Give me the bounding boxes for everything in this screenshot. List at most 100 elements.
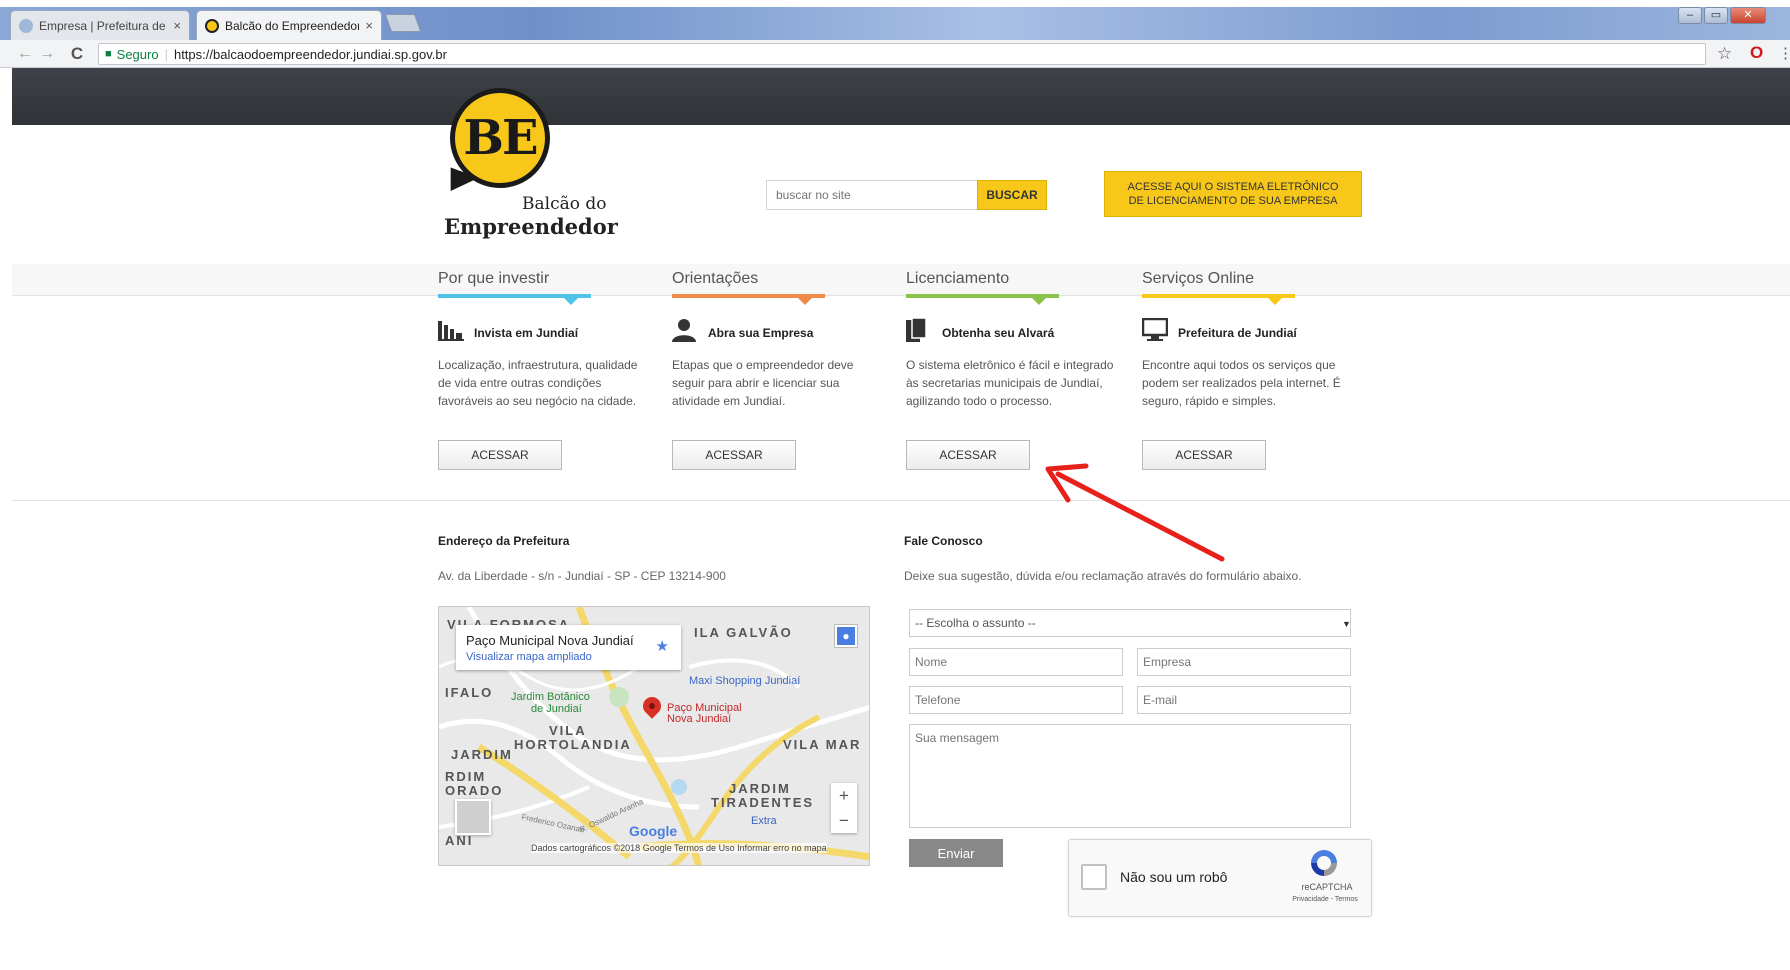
column-accent-bar (672, 294, 825, 305)
satellite-toggle[interactable] (455, 799, 491, 835)
email-input[interactable] (1137, 686, 1351, 714)
section-divider (12, 500, 1790, 501)
street-view-icon[interactable]: ● (834, 624, 858, 648)
column-subtitle[interactable]: Obtenha seu Alvará (942, 326, 1054, 340)
name-input[interactable] (909, 648, 1123, 676)
message-textarea[interactable] (909, 724, 1351, 828)
save-star-icon[interactable]: ★ (656, 637, 669, 655)
page-icon (19, 18, 33, 33)
google-logo: Google (629, 823, 678, 839)
map-label: ANI (445, 833, 474, 848)
column-title: Serviços Online (1142, 270, 1255, 287)
map-poi[interactable]: Maxi Shopping Jundiaí (689, 675, 800, 687)
acessar-button-investir[interactable]: ACESSAR (438, 440, 562, 470)
column-subtitle[interactable]: Abra sua Empresa (708, 326, 813, 340)
close-icon[interactable]: × (173, 18, 181, 33)
tab-empresa[interactable]: Empresa | Prefeitura de J × (10, 10, 190, 40)
contact-text: Deixe sua sugestão, dúvida e/ou reclamaç… (904, 569, 1302, 583)
phone-input[interactable] (909, 686, 1123, 714)
browser-toolbar: ← → C ■ Seguro | https://balcaodoempreen… (0, 40, 1790, 68)
recaptcha-logo-icon (1311, 850, 1337, 876)
page: BE Balcão do Empreendedor BUSCAR ACESSE … (12, 68, 1790, 970)
zoom-out-button[interactable]: − (831, 808, 857, 833)
logo-line1: Balcão do (522, 194, 607, 214)
licensing-system-button[interactable]: ACESSE AQUI O SISTEMA ELETRÔNICO DE LICE… (1104, 171, 1362, 217)
section-band (12, 264, 1790, 296)
logo-initials: BE (463, 110, 538, 166)
browser-chrome: Empresa | Prefeitura de J × Balcão do Em… (0, 0, 1790, 68)
forward-button[interactable]: → (36, 45, 58, 63)
map-poi[interactable]: Extra (751, 815, 777, 827)
minimize-button[interactable]: ‒ (1678, 7, 1702, 24)
column-servicos-online: Serviços Online Prefeitura de Jundiaí En… (1141, 270, 1352, 470)
column-description: Etapas que o empreendedor deve seguir pa… (672, 358, 854, 408)
url-text: https://balcaodoempreendedor.jundiai.sp.… (173, 46, 447, 62)
column-subtitle[interactable]: Prefeitura de Jundiaí (1178, 326, 1297, 340)
submit-button[interactable]: Enviar (909, 839, 1003, 867)
menu-dots-icon[interactable]: ⋮ (1778, 44, 1790, 62)
column-accent-bar (1142, 294, 1295, 305)
maximize-button[interactable]: ▭ (1704, 7, 1728, 24)
be-favicon-icon (205, 18, 219, 33)
column-description: Localização, infraestrutura, qualidade d… (438, 358, 638, 408)
address-separator: | (164, 46, 168, 62)
tab-label: Empresa | Prefeitura de J (39, 18, 168, 33)
tab-strip: Empresa | Prefeitura de J × Balcão do Em… (0, 0, 1790, 40)
embedded-map[interactable]: VILA FORMOSA ILA GALVÃO IFALO VILA HORTO… (438, 606, 870, 866)
map-label: JARDIM (729, 781, 791, 796)
search-button[interactable]: BUSCAR (977, 180, 1047, 210)
bookmark-star-icon[interactable]: ☆ (1717, 44, 1732, 64)
search-input[interactable] (766, 180, 980, 210)
lock-icon: ■ (105, 48, 112, 60)
map-label: JARDIM (451, 747, 513, 762)
map-card-title: Paço Municipal Nova Jundiaí (466, 633, 634, 648)
recaptcha-brand: reCAPTCHA (1301, 882, 1353, 892)
column-accent-bar (906, 294, 1059, 305)
recaptcha-links[interactable]: Privacidade - Termos (1283, 896, 1367, 903)
map-poi[interactable]: Jardim Botânico (511, 691, 590, 703)
new-tab-button[interactable] (384, 14, 422, 32)
subject-select[interactable]: -- Escolha o assunto -- (909, 609, 1351, 637)
address-text: Av. da Liberdade - s/n - Jundiaí - SP - … (438, 569, 726, 583)
zoom-in-button[interactable]: + (831, 783, 857, 808)
map-label: ORADO (445, 783, 504, 798)
column-subtitle[interactable]: Invista em Jundiaí (474, 326, 578, 340)
address-bar[interactable]: ■ Seguro | https://balcaodoempreendedor.… (98, 43, 1706, 65)
map-footer: Dados cartográficos ©2018 Google Termos … (531, 843, 827, 853)
reload-button[interactable]: C (66, 44, 88, 64)
map-label: VILA (549, 723, 587, 738)
map-label: IFALO (445, 685, 494, 700)
acessar-button-servicos[interactable]: ACESSAR (1142, 440, 1266, 470)
column-description: Encontre aqui todos os serviços que pode… (1142, 358, 1341, 408)
map-enlarge-link[interactable]: Visualizar mapa ampliado (466, 651, 671, 663)
map-label: VILA MAR (783, 737, 862, 752)
contact-title: Fale Conosco (904, 534, 983, 548)
column-licenciamento: Licenciamento Obtenha seu Alvará O siste… (906, 270, 1116, 470)
monitor-icon (1141, 317, 1170, 348)
map-label: TIRADENTES (711, 795, 815, 810)
site-logo[interactable]: BE Balcão do Empreendedor (440, 88, 620, 239)
acessar-button-licenciamento[interactable]: ACESSAR (906, 440, 1030, 470)
column-title: Orientações (672, 270, 759, 287)
close-window-button[interactable]: ✕ (1730, 7, 1766, 24)
column-title: Licenciamento (906, 270, 1010, 287)
acessar-button-orientacoes[interactable]: ACESSAR (672, 440, 796, 470)
opera-icon[interactable]: O (1750, 43, 1763, 63)
column-orientacoes: Orientações Abra sua Empresa Etapas que … (672, 270, 882, 470)
recaptcha-checkbox[interactable] (1081, 864, 1107, 890)
user-icon (672, 318, 700, 348)
recaptcha-widget: Não sou um robô reCAPTCHA Privacidade - … (1068, 839, 1372, 917)
tab-balcao[interactable]: Balcão do Empreendedor × (196, 10, 382, 40)
company-input[interactable] (1137, 648, 1351, 676)
column-por-que-investir: Por que investir Invista em Jundiaí Loca… (438, 270, 648, 470)
column-title: Por que investir (438, 270, 550, 287)
close-icon[interactable]: × (365, 18, 373, 33)
logo-bubble: BE (450, 88, 550, 188)
map-poi: Nova Jundiaí (667, 713, 732, 725)
back-button[interactable]: ← (14, 45, 36, 63)
column-accent-bar (438, 294, 591, 305)
window-controls: ‒ ▭ ✕ (1678, 7, 1766, 24)
map-label: HORTOLANDIA (514, 737, 632, 752)
logo-line2: Empreendedor (444, 214, 618, 239)
top-dark-bar (12, 68, 1790, 125)
